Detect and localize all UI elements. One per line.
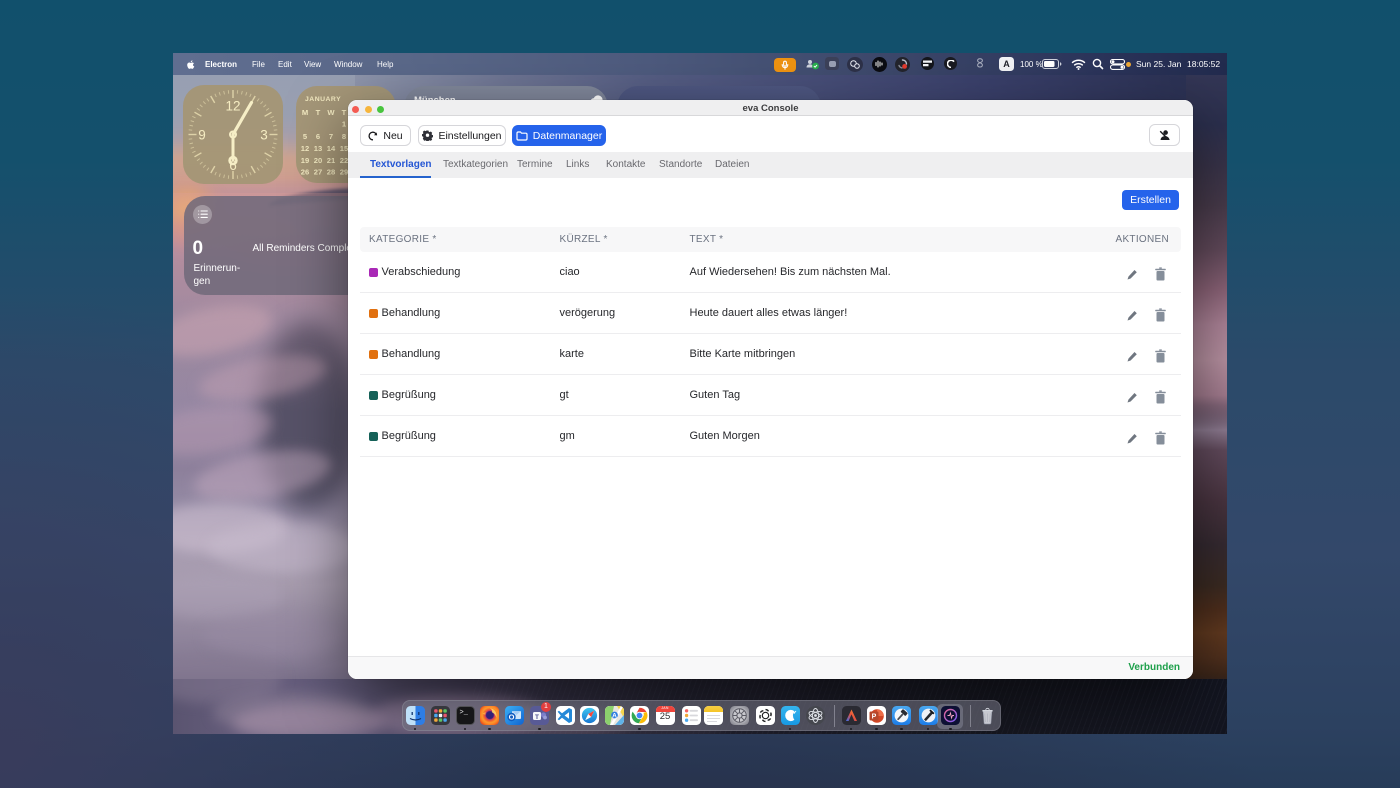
svg-text:O: O (509, 713, 515, 722)
svg-text:A: A (612, 713, 617, 720)
svg-text:8: 8 (342, 132, 346, 141)
svg-text:12: 12 (225, 99, 240, 114)
svg-text:20: 20 (314, 156, 322, 165)
svg-text:7: 7 (329, 132, 333, 141)
svg-text:W: W (327, 108, 335, 117)
svg-text:13: 13 (314, 144, 322, 153)
svg-text:5: 5 (303, 132, 308, 141)
svg-text:T: T (535, 714, 539, 721)
svg-text:3: 3 (260, 128, 268, 143)
svg-text:9: 9 (198, 128, 206, 143)
svg-text:T: T (342, 108, 347, 117)
svg-text:14: 14 (327, 144, 336, 153)
svg-text:6: 6 (316, 132, 320, 141)
svg-text:P: P (872, 714, 877, 721)
svg-text:12: 12 (301, 144, 309, 153)
svg-text:29: 29 (340, 168, 348, 177)
svg-text:27: 27 (314, 168, 322, 177)
svg-text:28: 28 (327, 168, 335, 177)
svg-text:26: 26 (301, 168, 309, 177)
svg-text:21: 21 (327, 156, 336, 165)
svg-text:19: 19 (301, 156, 309, 165)
svg-text:1: 1 (342, 120, 347, 129)
svg-text:T: T (316, 108, 321, 117)
svg-text:M: M (302, 108, 308, 117)
svg-text:22: 22 (340, 156, 348, 165)
